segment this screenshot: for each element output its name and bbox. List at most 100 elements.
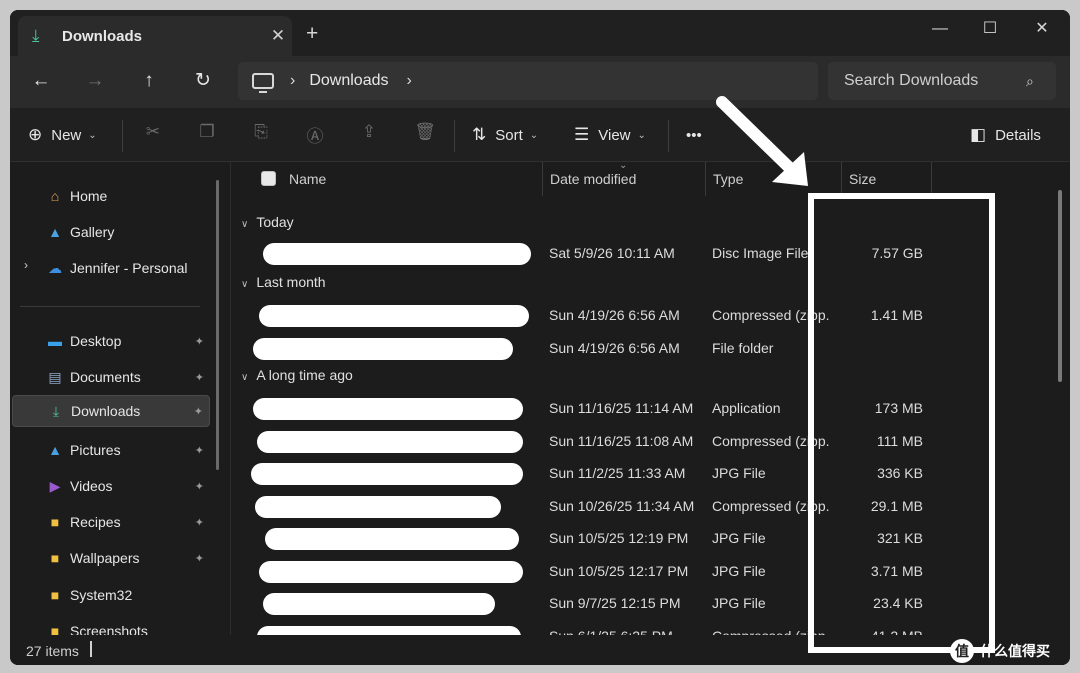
column-divider[interactable]	[931, 162, 932, 196]
divider	[20, 306, 200, 307]
share-icon[interactable]: ⇪	[354, 122, 384, 148]
column-size[interactable]: Size	[849, 171, 876, 187]
chevron-right-icon[interactable]: ›	[290, 72, 295, 90]
file-name-redacted	[253, 398, 523, 420]
pictures-icon: ▲	[48, 442, 62, 458]
search-box[interactable]: Search Downloads ⌕	[828, 62, 1056, 100]
chevron-down-icon: ⌄	[529, 129, 539, 141]
column-divider[interactable]	[841, 162, 842, 196]
sidebar-item-onedrive[interactable]: ☁ Jennifer - Personal	[12, 252, 210, 284]
sidebar-item-home[interactable]: ⌂ Home	[12, 180, 210, 212]
file-date: Sun 11/16/25 11:14 AM	[549, 400, 694, 416]
sort-label: Sort	[495, 126, 523, 144]
annotation-arrow-icon	[716, 96, 808, 186]
videos-icon: ▶	[49, 477, 61, 494]
cut-icon[interactable]: ✂	[138, 122, 168, 148]
downloads-icon: ⤓	[52, 402, 60, 419]
delete-icon[interactable]: 🗑	[410, 122, 440, 148]
maximize-button[interactable]: ☐	[970, 14, 1010, 44]
sidebar-item-label: Home	[70, 188, 108, 204]
view-button[interactable]: ☰ View ⌄	[574, 120, 646, 150]
copy-icon[interactable]: ❐	[192, 122, 222, 148]
sidebar-item-label: Gallery	[70, 224, 115, 240]
sidebar-item-label: Downloads	[71, 403, 141, 419]
close-window-button[interactable]: ✕	[1022, 14, 1062, 44]
rename-icon[interactable]: Ⓐ	[300, 122, 330, 148]
breadcrumb-downloads[interactable]: Downloads	[309, 72, 388, 90]
this-pc-icon[interactable]	[252, 73, 274, 93]
file-date: Sun 9/7/25 12:15 PM	[549, 595, 681, 611]
new-label: New	[51, 126, 82, 144]
group-label: Today	[256, 214, 294, 230]
new-button[interactable]: ⊕ New ⌄	[28, 120, 97, 150]
chevron-down-icon: ∨	[241, 219, 249, 230]
watermark-text: 什么值得买	[980, 643, 1050, 659]
select-all-checkbox[interactable]	[261, 171, 276, 186]
back-button[interactable]: ←	[24, 66, 58, 96]
tab-downloads[interactable]: ⤓ Downloads ✕	[18, 16, 292, 56]
group-label: A long time ago	[256, 367, 353, 383]
group-header-today[interactable]: ∨ Today	[241, 214, 294, 230]
sidebar-item-label: Documents	[70, 369, 141, 385]
column-divider[interactable]	[542, 162, 543, 196]
pin-icon[interactable]: ✦	[195, 371, 204, 384]
tab-close-icon[interactable]: ✕	[264, 26, 292, 46]
sidebar-item-label: Wallpapers	[70, 550, 140, 566]
sidebar-item-wallpapers[interactable]: ■ Wallpapers ✦	[12, 542, 210, 574]
group-label: Last month	[256, 274, 326, 290]
details-label: Details	[995, 126, 1041, 144]
folder-icon: ■	[50, 514, 60, 530]
details-button[interactable]: ◧ Details	[970, 120, 1041, 150]
sidebar-item-pictures[interactable]: ▲ Pictures ✦	[12, 434, 210, 466]
new-icon: ⊕	[28, 125, 43, 144]
sidebar-item-gallery[interactable]: ▲ Gallery	[12, 216, 210, 248]
details-icon: ◧	[970, 125, 987, 144]
forward-button[interactable]: →	[78, 66, 112, 96]
sidebar-item-documents[interactable]: ▤ Documents ✦	[12, 361, 210, 393]
file-date: Sun 10/5/25 12:19 PM	[549, 530, 689, 546]
column-divider[interactable]	[705, 162, 706, 196]
up-button[interactable]: ↑	[132, 66, 166, 96]
documents-icon: ▤	[48, 368, 62, 385]
new-tab-button[interactable]: +	[306, 22, 318, 46]
pin-icon[interactable]: ✦	[195, 444, 204, 457]
gallery-icon: ▲	[48, 224, 62, 240]
navigation-pane: ⌂ Home ▲ Gallery › ☁ Jennifer - Personal…	[10, 162, 226, 639]
sidebar-item-recipes[interactable]: ■ Recipes ✦	[12, 506, 210, 538]
sidebar-scrollbar[interactable]	[216, 180, 219, 470]
search-input[interactable]: Search Downloads	[844, 72, 1026, 90]
file-name-redacted	[257, 431, 523, 453]
pin-icon[interactable]: ✦	[194, 405, 203, 418]
sort-button[interactable]: ⇅ Sort ⌄	[472, 120, 538, 150]
sidebar-item-desktop[interactable]: ▬ Desktop ✦	[12, 325, 210, 357]
pin-icon[interactable]: ✦	[195, 552, 204, 565]
sort-icon: ⇅	[472, 125, 487, 144]
chevron-right-icon[interactable]: ›	[406, 72, 411, 90]
sidebar-item-videos[interactable]: ▶ Videos ✦	[12, 470, 210, 502]
minimize-button[interactable]: —	[920, 14, 960, 44]
column-name[interactable]: Name	[289, 171, 326, 187]
search-icon[interactable]: ⌕	[1026, 73, 1056, 90]
group-header-last-month[interactable]: ∨ Last month	[241, 274, 326, 290]
pin-icon[interactable]: ✦	[195, 335, 204, 348]
file-name-redacted	[263, 243, 531, 265]
sidebar-item-downloads[interactable]: ⤓ Downloads ✦	[12, 395, 210, 427]
navigation-bar: ← → ↑ ↻ › Downloads › Search Downloads ⌕	[10, 56, 1070, 108]
pin-icon[interactable]: ✦	[195, 516, 204, 529]
file-name-redacted	[259, 305, 529, 327]
file-list-scrollbar[interactable]	[1058, 190, 1062, 382]
refresh-button[interactable]: ↻	[186, 66, 220, 96]
watermark: 值 什么值得买	[950, 636, 1074, 666]
more-options-button[interactable]: •••	[686, 120, 702, 150]
command-bar: ⊕ New ⌄ ✂ ❐ ⎘ Ⓐ ⇪ 🗑 ⇅ Sort ⌄ ☰ View ⌄ ••…	[10, 108, 1070, 162]
pin-icon[interactable]: ✦	[195, 480, 204, 493]
divider	[668, 120, 669, 152]
column-date-modified[interactable]: Date modified	[550, 171, 636, 187]
home-icon: ⌂	[50, 188, 60, 204]
group-header-long-ago[interactable]: ∨ A long time ago	[241, 367, 353, 383]
size-column-highlight	[808, 193, 995, 653]
sidebar-item-system32[interactable]: ■ System32	[12, 579, 210, 611]
downloads-icon: ⤓	[32, 26, 40, 45]
file-name-redacted	[265, 528, 519, 550]
paste-icon[interactable]: ⎘	[246, 122, 276, 148]
